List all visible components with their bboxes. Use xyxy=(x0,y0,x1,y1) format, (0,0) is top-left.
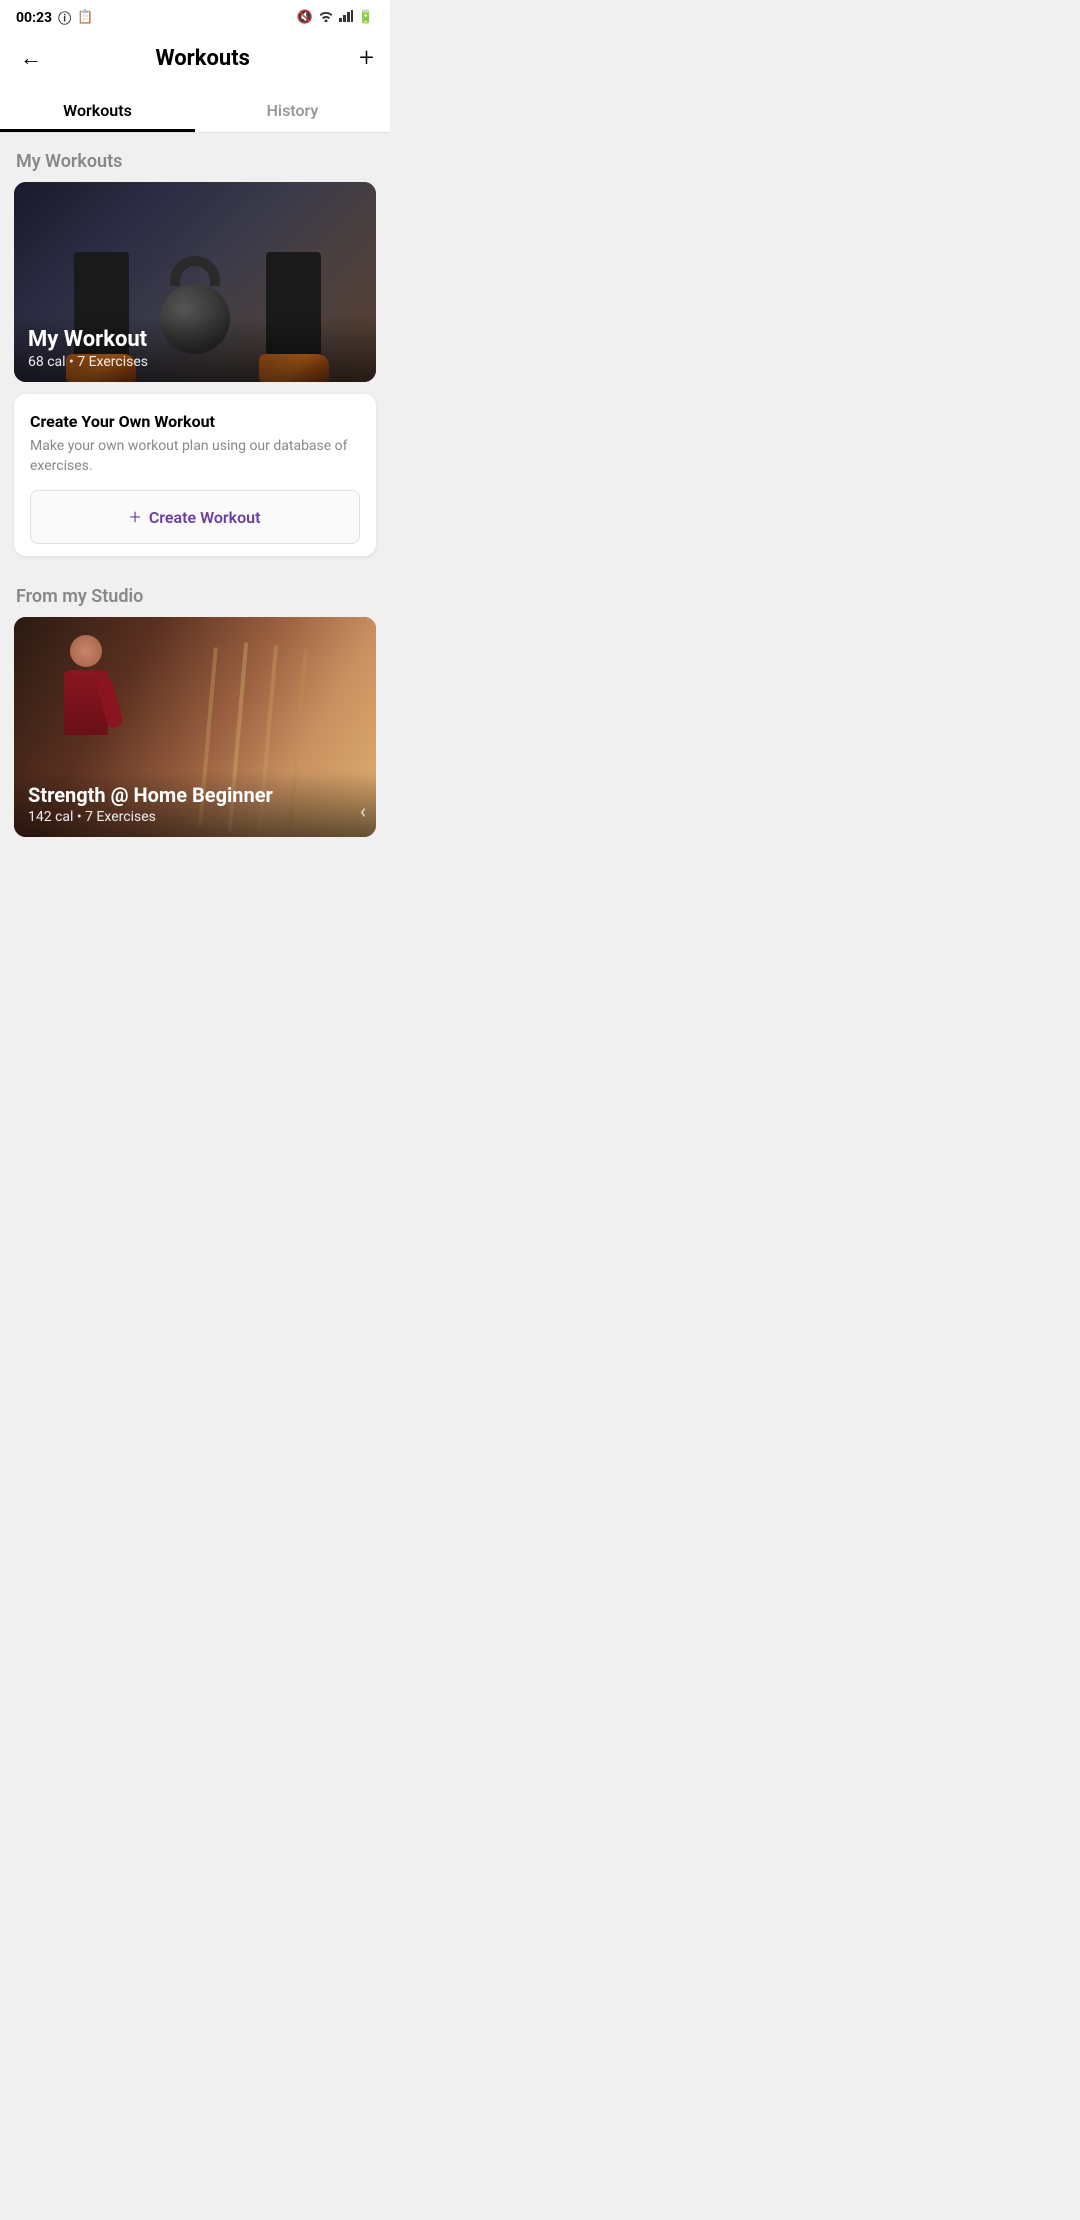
content-area: My Workouts My Workout 68 cal • 7 Exerci… xyxy=(0,133,390,869)
create-workout-label: Create Workout xyxy=(149,508,261,527)
status-left: 00:23 ⓘ 📋 xyxy=(16,8,93,27)
kettlebell-handle xyxy=(170,256,220,286)
back-button[interactable]: ← xyxy=(16,41,46,75)
studio-card-overlay: Strength @ Home Beginner 142 cal • 7 Exe… xyxy=(14,771,376,837)
workout-card-overlay: My Workout 68 cal • 7 Exercises xyxy=(14,315,376,382)
tab-history[interactable]: History xyxy=(195,87,390,132)
status-right: 🔇 🔋 xyxy=(297,10,374,26)
workout-card-meta: 68 cal • 7 Exercises xyxy=(28,354,362,370)
info-icon: ⓘ xyxy=(58,8,71,27)
tab-workouts[interactable]: Workouts xyxy=(0,87,195,132)
person-silhouette xyxy=(64,635,108,735)
create-card-description: Make your own workout plan using our dat… xyxy=(30,437,360,476)
signal-icon xyxy=(339,10,353,26)
page-title: Workouts xyxy=(155,46,250,71)
tabs-bar: Workouts History xyxy=(0,87,390,133)
studio-card-name: Strength @ Home Beginner xyxy=(28,783,362,807)
status-time: 00:23 xyxy=(16,10,52,26)
mute-icon: 🔇 xyxy=(297,10,313,25)
studio-next-button[interactable]: ‹ xyxy=(360,799,366,823)
create-workout-plus-icon: + xyxy=(130,505,141,529)
create-card-title: Create Your Own Workout xyxy=(30,412,360,431)
studio-section-title: From my Studio xyxy=(0,568,390,617)
studio-card[interactable]: Strength @ Home Beginner 142 cal • 7 Exe… xyxy=(14,617,376,837)
status-bar: 00:23 ⓘ 📋 🔇 🔋 xyxy=(0,0,390,31)
create-workout-button[interactable]: + Create Workout xyxy=(30,490,360,544)
my-workouts-section-title: My Workouts xyxy=(0,133,390,182)
create-workout-card: Create Your Own Workout Make your own wo… xyxy=(14,394,376,556)
battery-icon: 🔋 xyxy=(358,10,374,25)
header: ← Workouts + xyxy=(0,31,390,87)
studio-card-meta: 142 cal • 7 Exercises xyxy=(28,809,362,825)
add-button[interactable]: + xyxy=(359,45,374,71)
wifi-icon xyxy=(318,10,334,26)
workout-card-name: My Workout xyxy=(28,327,362,352)
clipboard-icon: 📋 xyxy=(77,10,93,25)
my-workout-card[interactable]: My Workout 68 cal • 7 Exercises xyxy=(14,182,376,382)
